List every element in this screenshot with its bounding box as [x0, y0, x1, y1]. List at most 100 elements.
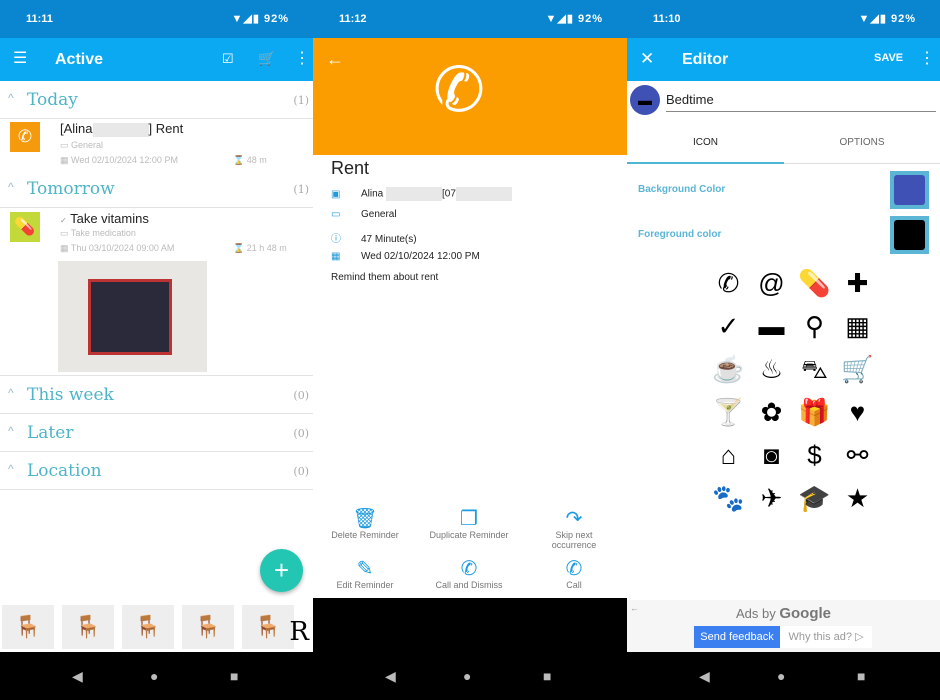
coffee-icon[interactable]: ☕ [707, 348, 750, 391]
flower-icon[interactable]: ✿ [750, 391, 793, 434]
ad-image[interactable]: 🪑 [242, 605, 294, 649]
check-icon: ✓ [60, 216, 67, 225]
reminder-list-screen: 11:11 ▼◢▮ 92% ☰ Active ☑ 🛒 ⋮ ^ Today (1) ✆… [0, 0, 313, 700]
airplane-icon[interactable]: ✈ [750, 477, 793, 520]
motorcycle-icon[interactable]: ⚯ [836, 434, 879, 477]
ad-image[interactable]: 🪑 [2, 605, 54, 649]
medical-cross-icon[interactable]: ✚ [836, 262, 879, 305]
status-bar: 11:10 ▼◢▮ 92% [627, 0, 940, 38]
bicycle-icon[interactable]: ⚲ [793, 305, 836, 348]
contact-row[interactable]: ▣ Alina [07 [331, 187, 512, 201]
skip-next-occurrence-button[interactable]: ↷ Skip next occurrence [519, 506, 627, 550]
call-button[interactable]: ✆ Call [519, 556, 627, 590]
building-icon[interactable]: ▦ [836, 305, 879, 348]
heart-icon[interactable]: ♥ [836, 391, 879, 434]
contact-icon: ▣ [331, 188, 341, 200]
cake-icon[interactable]: ♨ [750, 348, 793, 391]
folder-icon: ▭ [60, 140, 69, 150]
home-icon[interactable]: ⌂ [707, 434, 750, 477]
home-nav-icon[interactable]: ● [150, 668, 158, 684]
reminder-item-vitamins[interactable]: 💊 ✓ Take vitamins ▭ Take medication ▦ Th… [0, 208, 313, 376]
paw-icon[interactable]: 🐾 [707, 477, 750, 520]
ad-image[interactable]: 🪑 [182, 605, 234, 649]
phone-icon: ✆ [10, 122, 40, 152]
ad-banner: ← Ads by Google Send feedback Why this a… [627, 600, 940, 652]
duplicate-reminder-button[interactable]: ❐ Duplicate Reminder [414, 506, 524, 540]
calendar-icon: ▦ [60, 155, 69, 165]
adchoices-icon: ▷ [855, 631, 864, 643]
phone-icon: ✆ [433, 56, 485, 125]
pill-icon: 💊 [10, 212, 40, 242]
car-icon[interactable]: ⛍ [793, 348, 836, 391]
checklist-icon[interactable]: ☑ [222, 52, 234, 65]
status-bar: 11:11 ▼◢▮ 92% [0, 0, 313, 38]
cart-icon[interactable]: 🛒 [258, 51, 275, 65]
more-icon[interactable]: ⋮ [919, 51, 935, 67]
phone-icon: ✆ [565, 558, 583, 580]
background-color-label: Background Color [638, 184, 726, 195]
phone-icon[interactable]: ✆ [707, 262, 750, 305]
nav-bar: ◀ ● ■ [0, 652, 313, 700]
section-this-week[interactable]: ^ This week (0) [0, 376, 313, 414]
washing-machine-icon[interactable]: ◙ [750, 434, 793, 477]
menu-icon[interactable]: ☰ [13, 51, 27, 67]
back-arrow-icon[interactable]: ← [326, 50, 344, 68]
ad-banner[interactable]: 🪑 🪑 🪑 🪑 🪑 R [0, 601, 313, 653]
graduation-cap-icon[interactable]: 🎓 [793, 477, 836, 520]
at-icon[interactable]: @ [750, 262, 793, 305]
reminder-detail-screen: 11:12 ▼◢▮ 92% ← ✆ Rent ▣ Alina [07 ▭ Gener… [313, 0, 627, 700]
nav-bar: ◀ ● ■ [313, 652, 627, 700]
reminder-note: Remind them about rent [331, 272, 439, 283]
gift-icon[interactable]: 🎁 [793, 391, 836, 434]
cart-icon[interactable]: 🛒 [836, 348, 879, 391]
wifi-icon: ▼◢▮ [231, 13, 260, 25]
info-icon: ⓘ [331, 234, 341, 245]
add-reminder-button[interactable]: + [260, 549, 303, 592]
pill-icon[interactable]: 💊 [793, 262, 836, 305]
editor-screen: 11:10 ▼◢▮ 92% ✕ Editor SAVE ⋮ ▬ ICON OPT… [627, 0, 940, 700]
copy-icon: ❐ [460, 508, 478, 530]
reminder-name-input[interactable] [666, 88, 936, 112]
ad-image[interactable]: 🪑 [122, 605, 174, 649]
chevron-up-icon: ^ [8, 91, 14, 105]
tab-icon[interactable]: ICON [627, 128, 784, 164]
recents-nav-icon[interactable]: ■ [230, 668, 238, 684]
back-nav-icon[interactable]: ◀ [72, 668, 83, 685]
save-button[interactable]: SAVE [874, 53, 903, 64]
icon-grid: ✆ @ 💊 ✚ ✓ ▬ ⚲ ▦ ☕ ♨ ⛍ 🛒 🍸 ✿ 🎁 ♥ ⌂ ◙ $ ⚯ 🐾 ✈ 🎓 ★ [707, 262, 879, 520]
section-tomorrow[interactable]: ^ Tomorrow (1) [0, 170, 313, 208]
close-icon[interactable]: ✕ [640, 50, 654, 67]
tab-options[interactable]: OPTIONS [784, 128, 940, 164]
app-bar: ☰ Active ☑ 🛒 ⋮ [0, 38, 313, 81]
cocktail-icon[interactable]: 🍸 [707, 391, 750, 434]
background-color-swatch[interactable] [890, 171, 929, 209]
reminder-title: Rent [331, 158, 370, 178]
attached-image[interactable] [58, 261, 207, 372]
more-icon[interactable]: ⋮ [294, 51, 310, 67]
dollar-icon[interactable]: $ [793, 434, 836, 477]
call-and-dismiss-button[interactable]: ✆ Call and Dismiss [414, 556, 524, 590]
send-feedback-button[interactable]: Send feedback [694, 626, 780, 648]
foreground-color-label: Foreground color [638, 229, 722, 240]
nav-bar: ◀ ● ■ [627, 652, 940, 700]
redo-icon: ↷ [565, 508, 583, 530]
status-time: 11:11 [26, 13, 53, 25]
calendar-clock-icon: ▦ [331, 251, 341, 262]
foreground-color-swatch[interactable] [890, 216, 929, 254]
section-today[interactable]: ^ Today (1) [0, 81, 313, 119]
bed-icon-preview[interactable]: ▬ [630, 85, 660, 115]
section-later[interactable]: ^ Later (0) [0, 414, 313, 452]
phone-icon: ✆ [460, 558, 478, 580]
pencil-icon: ✎ [356, 558, 374, 580]
section-location[interactable]: ^ Location (0) [0, 452, 313, 490]
bed-icon[interactable]: ▬ [750, 305, 793, 348]
star-icon[interactable]: ★ [836, 477, 879, 520]
status-bar: 11:12 ▼◢▮ 92% [313, 0, 627, 38]
edit-reminder-button[interactable]: ✎ Edit Reminder [313, 556, 420, 590]
check-icon[interactable]: ✓ [707, 305, 750, 348]
ad-image[interactable]: 🪑 [62, 605, 114, 649]
battery-level: 92% [263, 13, 289, 25]
reminder-item-rent[interactable]: ✆ [Alina] Rent ▭ General ▦ Wed 02/10/202… [0, 118, 313, 170]
delete-reminder-button[interactable]: 🗑 Delete Reminder [313, 506, 420, 540]
why-this-ad-button[interactable]: Why this ad? ▷ [780, 626, 872, 648]
